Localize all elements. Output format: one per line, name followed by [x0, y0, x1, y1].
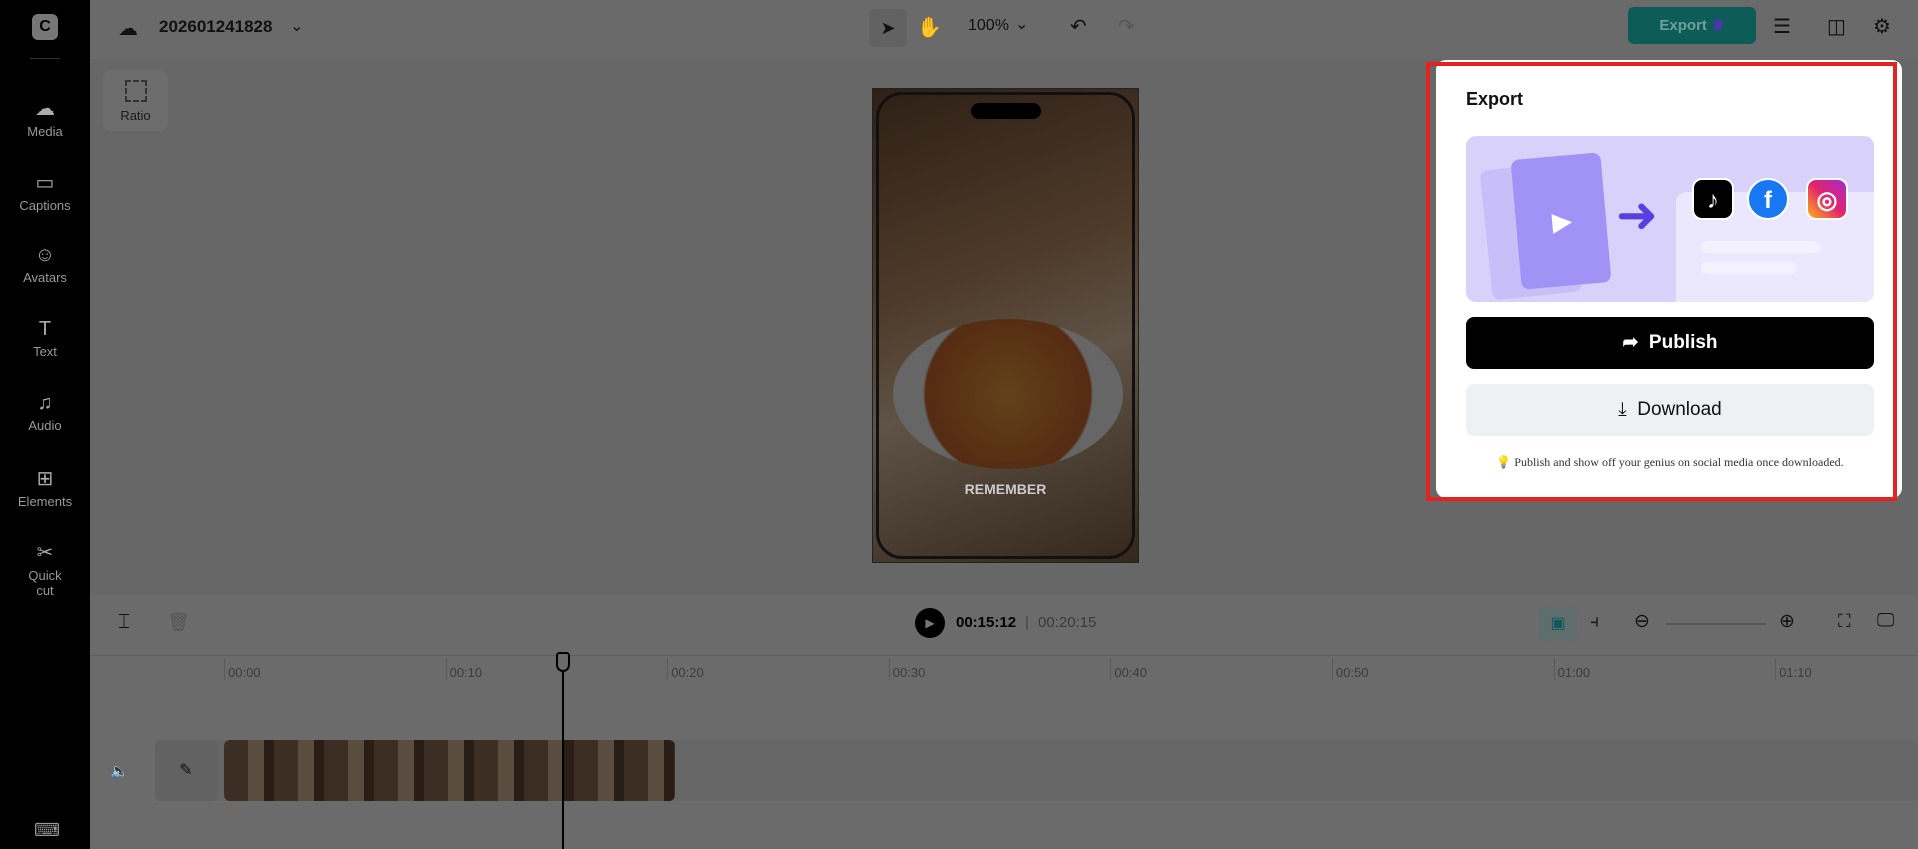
cloud-upload-icon: ☁	[35, 98, 55, 120]
elements-icon: ⊞	[36, 468, 54, 490]
project-name[interactable]: 202601241828	[159, 17, 272, 37]
redo-icon[interactable]: ↷	[1118, 14, 1135, 39]
ruler-label: 00:30	[892, 665, 926, 680]
avatar-icon: ☺	[34, 244, 56, 266]
ratio-icon	[124, 80, 147, 102]
label: Quick cut	[28, 568, 62, 598]
sidebar-item-avatars[interactable]: ☺ Avatars	[0, 244, 90, 285]
preview-caption: REMEMBER	[964, 481, 1047, 497]
cloud-save-icon: ☁	[118, 18, 138, 40]
playhead[interactable]	[562, 652, 564, 849]
highlight-box	[1426, 62, 1897, 501]
ruler-tick	[1110, 658, 1112, 680]
current-time: 00:15:12	[956, 614, 1017, 631]
quick-cut-icon: ✂	[36, 542, 54, 564]
video-preview[interactable]: REMEMBER	[872, 88, 1139, 563]
export-button[interactable]: Export ♛	[1628, 7, 1756, 44]
phone-notch	[971, 103, 1041, 119]
sidebar-item-captions[interactable]: ▭ Captions	[0, 170, 90, 213]
top-bar: ☁ 202601241828 ⌄ ➤ ✋ 100% ⌄ ↶ ↷ Export ♛…	[90, 0, 1918, 59]
ruler-label: 00:10	[449, 665, 483, 680]
monitor-icon[interactable]: 🖵	[1877, 610, 1894, 631]
ruler-label: 00:50	[1336, 665, 1369, 680]
ruler-tick	[445, 658, 447, 680]
sidebar-item-elements[interactable]: ⊞ Elements	[0, 466, 90, 509]
ratio-label: Ratio	[120, 108, 151, 123]
label: Avatars	[23, 270, 67, 285]
video-clips[interactable]	[224, 740, 675, 801]
volume-icon[interactable]: 🔈	[110, 762, 129, 780]
undo-icon[interactable]: ↶	[1070, 14, 1087, 39]
ruler-tick	[888, 658, 890, 680]
sidebar-item-audio[interactable]: ♫ Audio	[0, 392, 90, 433]
timeline	[90, 595, 1918, 849]
divider	[30, 58, 60, 59]
fullscreen-icon[interactable]: ⛶	[1838, 611, 1851, 632]
ruler-tick	[667, 658, 669, 680]
keyboard-icon[interactable]: ⌨	[34, 820, 60, 841]
select-tool-icon[interactable]: ➤	[869, 9, 907, 47]
delete-icon[interactable]: 🗑	[167, 612, 190, 633]
layers-icon[interactable]: ☰	[1773, 14, 1791, 39]
ruler-label: 00:00	[228, 665, 261, 680]
settings-icon[interactable]: ⚙	[1873, 14, 1891, 39]
label: Captions	[19, 198, 71, 213]
zoom-out-icon[interactable]: ⊖	[1634, 610, 1650, 633]
edit-track-icon[interactable]: ✎	[155, 740, 217, 801]
label: Text	[33, 344, 57, 359]
ruler-tick	[1775, 658, 1777, 680]
ruler-tick	[224, 658, 225, 680]
music-icon: ♫	[37, 392, 53, 414]
split-align-icon[interactable]: ⫞	[1590, 611, 1599, 632]
crown-icon: ♛	[1711, 17, 1725, 34]
zoom-level[interactable]: 100%	[968, 17, 1009, 35]
sidebar-item-quick-cut[interactable]: ✂ Quick cut	[0, 540, 90, 598]
export-label: Export	[1659, 17, 1707, 34]
sidebar-item-media[interactable]: ☁ Media	[0, 96, 90, 139]
play-button[interactable]: ▶	[915, 608, 945, 638]
app-logo[interactable]: C	[32, 14, 58, 40]
zoom-in-icon[interactable]: ⊕	[1779, 610, 1795, 633]
ruler-label: 01:00	[1557, 665, 1591, 680]
total-time: 00:20:15	[1038, 614, 1097, 631]
split-icon[interactable]: ⌶	[118, 611, 130, 634]
label: Elements	[17, 494, 73, 509]
panel-layout-icon[interactable]: ◫	[1827, 14, 1846, 39]
ruler-tick	[1332, 658, 1333, 680]
label: Media	[27, 124, 63, 139]
ratio-button[interactable]: Ratio	[103, 70, 168, 131]
label: Audio	[28, 418, 62, 433]
captions-icon: ▭	[35, 172, 55, 194]
ruler-label: 00:20	[671, 665, 704, 680]
sidebar-item-text[interactable]: T Text	[0, 318, 90, 359]
chevron-down-icon[interactable]: ⌄	[1015, 14, 1028, 34]
playhead-handle[interactable]	[556, 652, 570, 672]
text-icon: T	[38, 318, 52, 340]
sidebar: C ☁ Media ▭ Captions ☺ Avatars T Text ♫ Audio…	[0, 0, 90, 849]
time-separator: |	[1025, 614, 1029, 631]
hand-tool-icon[interactable]: ✋	[917, 15, 942, 40]
ruler-label: 01:10	[1779, 665, 1812, 680]
ruler-tick	[1553, 658, 1555, 680]
ruler-label: 00:40	[1114, 665, 1147, 680]
zoom-slider[interactable]	[1666, 623, 1766, 625]
ruler-line	[90, 655, 1918, 656]
snap-icon[interactable]: ▣	[1539, 607, 1577, 641]
chevron-down-icon[interactable]: ⌄	[290, 16, 303, 36]
